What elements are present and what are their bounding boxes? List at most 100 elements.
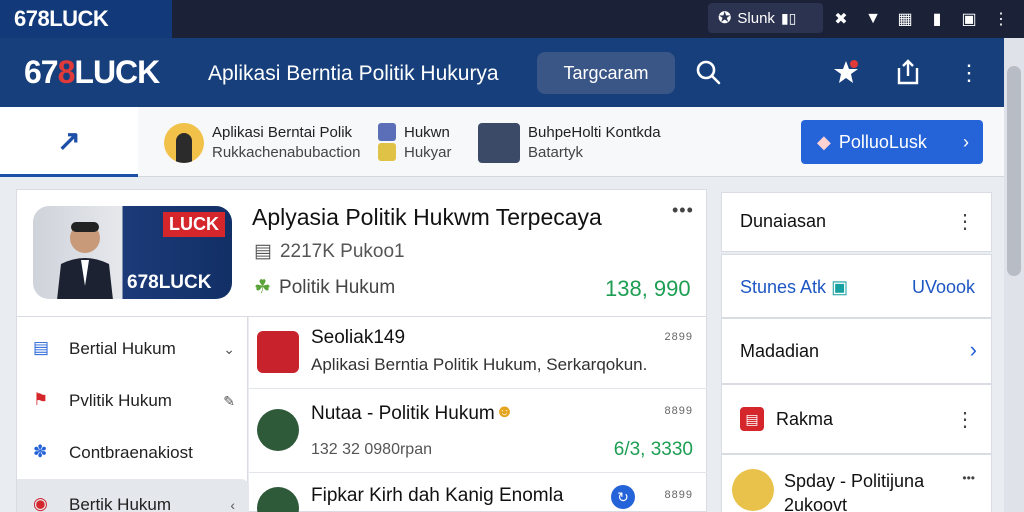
feed-item-time: 2899 [664, 331, 693, 343]
header-title: Aplikasi Berntia Politik Hukurya [208, 62, 499, 85]
more-vertical-icon[interactable]: ⋮ [955, 209, 975, 234]
right-box-link: Stunes Atk ▣ [740, 277, 848, 298]
right-box-title: Madadian [740, 341, 820, 361]
share-circle-icon[interactable]: ↻ [611, 485, 635, 509]
app-header: 678LUCK Aplikasi Berntia Politik Hukurya… [0, 38, 1004, 107]
right-box-5[interactable]: Spday - Politijuna 2ukoovt ••• [721, 454, 992, 512]
brand-logo[interactable]: 678LUCK [24, 54, 160, 91]
feed-item-title: Seoliak149 [311, 327, 406, 348]
bookmark-icon: ▤ [740, 407, 764, 431]
screen-icon: ▣ [961, 11, 977, 28]
bluetooth-icon: ✪ [718, 10, 732, 27]
shield-icon: ◉ [33, 494, 48, 512]
signal-icon: ▮▯ [780, 9, 797, 26]
more-horizontal-icon[interactable]: ••• [672, 200, 694, 221]
list-item[interactable]: Fipkar Kirh dah Kanig Enomla ↻ 8899 [249, 473, 707, 512]
feed-item-sub: Aplikasi Berntia Politik Hukum, Serkarqo… [311, 355, 648, 374]
chevron-left-icon: ‹ [230, 497, 235, 512]
right-box-4[interactable]: ▤ Rakma ⋮ [721, 384, 992, 454]
nav-item-contributor[interactable]: ✽ Contbraenakiost [17, 427, 249, 479]
document-icon: ▤ [254, 241, 272, 262]
news-thumbnail [257, 331, 299, 373]
cta-button[interactable]: ◆ PolluoLusk › [801, 120, 983, 164]
right-box-right[interactable]: UVoook [912, 277, 975, 298]
news-feed: Seoliak149 Aplikasi Berntia Politik Huku… [249, 317, 707, 512]
chevron-down-icon: ⌄ [223, 340, 235, 357]
tab-item-2[interactable]: Hukwn Hukyar [378, 119, 452, 167]
more-vertical-icon[interactable]: ⋮ [955, 407, 975, 432]
nav-item-politik[interactable]: ⚑ Pvlitik Hukum ✎ [17, 375, 249, 427]
feed-item-meta: 132 32 0980rpan [311, 441, 432, 458]
more-icon[interactable]: ⋮ [992, 9, 1010, 29]
right-box-sub: 2ukoovt [784, 495, 848, 512]
right-box-title: Spday - Politijuna [784, 471, 925, 491]
featured-card[interactable]: LUCK 678LUCK Aplyasia Politik Hukwm Terp… [16, 189, 707, 317]
status-icons: ✖ ▼ ▦ ▮ ▣ ⋮ [832, 0, 1010, 38]
diamond-icon: ◆ [817, 131, 831, 152]
nav-item-bertik[interactable]: ◉ Bertik Hukum ‹ [17, 479, 249, 512]
status-bar: 678LUCK ✪ Slunk ▮▯ ✖ ▼ ▦ ▮ ▣ ⋮ [0, 0, 1024, 38]
nav-item-label: Bertial Hukum [69, 339, 176, 358]
search-icon[interactable] [694, 58, 722, 86]
share-icon[interactable] [894, 58, 922, 86]
tab-item-title: BuhpeHolti Kontkda [528, 124, 661, 141]
scrollbar-thumb[interactable] [1007, 66, 1021, 276]
tab-item-title: Aplikasi Berntai Polіk [212, 124, 353, 141]
list-item[interactable]: Seoliak149 Aplikasi Berntia Politik Huku… [249, 317, 707, 389]
card-meta-text: 2217K Pukoo1 [279, 240, 405, 262]
right-box-2[interactable]: Stunes Atk ▣ UVoook [721, 254, 992, 318]
chevron-right-icon: › [963, 131, 969, 152]
featured-image: LUCK 678LUCK [33, 206, 232, 299]
tab-item-sub: Batartyk [528, 144, 584, 161]
brand-prefix: 67 [24, 54, 59, 90]
brand-eight: 8 [57, 54, 76, 90]
right-box-left: Stunes Atk [740, 277, 827, 297]
tab-item-title: Hukwn [404, 124, 450, 141]
card-meta: ▤ 2217K Pukoo1 [254, 240, 405, 263]
list-item[interactable]: Nutaa - Politik Hukum ☻ 132 32 0980rpan … [249, 389, 707, 473]
card-category: ☘ Politik Hukum [254, 276, 395, 299]
thumbnail [478, 123, 520, 163]
nav-item-label: Pvlitik Hukum [69, 391, 172, 410]
feed-item-title: Nutaa - Politik Hukum [311, 403, 495, 424]
tab-home[interactable]: ↗ [0, 107, 138, 177]
status-pill[interactable]: ✪ Slunk ▮▯ [708, 3, 823, 33]
gift-icon: ▣ [831, 277, 849, 297]
app-frame: 678LUCK ✪ Slunk ▮▯ ✖ ▼ ▦ ▮ ▣ ⋮ 678LUCK A… [0, 0, 1024, 512]
card-title: Aplyasia Politik Hukwm Terpecaya [252, 204, 602, 230]
tab-item-sub: Hukyar [404, 144, 452, 161]
settings-icon: ✽ [33, 442, 48, 461]
header-action-button[interactable]: Targcaram [537, 52, 675, 94]
card-category-text: Politik Hukum [279, 276, 396, 298]
tag-icon: ☘ [254, 277, 272, 298]
right-box-1[interactable]: Dunaiasan ⋮ [721, 192, 992, 252]
more-horizontal-icon[interactable]: ••• [962, 471, 975, 485]
category-icon [378, 123, 396, 163]
image-badge: LUCK [163, 212, 225, 237]
flag-icon: ⚑ [33, 390, 49, 409]
nav-item-label: Bertik Hukum [69, 495, 172, 512]
list-icon: ▤ [33, 338, 50, 357]
side-nav: ▤ Bertial Hukum ⌄ ⚑ Pvlitik Hukum ✎ ✽ Co… [16, 317, 249, 512]
cta-label: PolluoLusk [838, 131, 927, 152]
news-thumbnail [257, 409, 299, 451]
brand-suffix: LUCK [74, 54, 160, 90]
battery-icon: ▮ [932, 11, 942, 28]
card-number: 138, 990 [605, 276, 691, 301]
data-icon: ▦ [897, 11, 913, 28]
more-vertical-icon[interactable]: ⋮ [958, 60, 980, 88]
trend-icon: ↗ [57, 125, 81, 156]
tab-item-3[interactable]: BuhpeHolti Kontkda Batartyk [478, 119, 661, 167]
status-pill-text: Slunk [737, 9, 775, 27]
person-image [57, 222, 113, 299]
right-box-3[interactable]: Madadian › [721, 318, 992, 384]
nav-item-berita[interactable]: ▤ Bertial Hukum ⌄ [17, 323, 249, 375]
nav-item-label: Contbraenakiost [69, 443, 193, 462]
star-icon[interactable] [832, 58, 860, 86]
tab-item-1[interactable]: Aplikasi Berntai Polіk Rukkachenabubacti… [164, 119, 360, 167]
feed-item-title: Fipkar Kirh dah Kanig Enomla [311, 485, 564, 506]
wifi-icon: ▼ [865, 10, 881, 27]
chevron-right-icon[interactable]: › [970, 337, 977, 363]
mute-icon: ✖ [834, 11, 848, 28]
news-thumbnail [257, 487, 299, 512]
